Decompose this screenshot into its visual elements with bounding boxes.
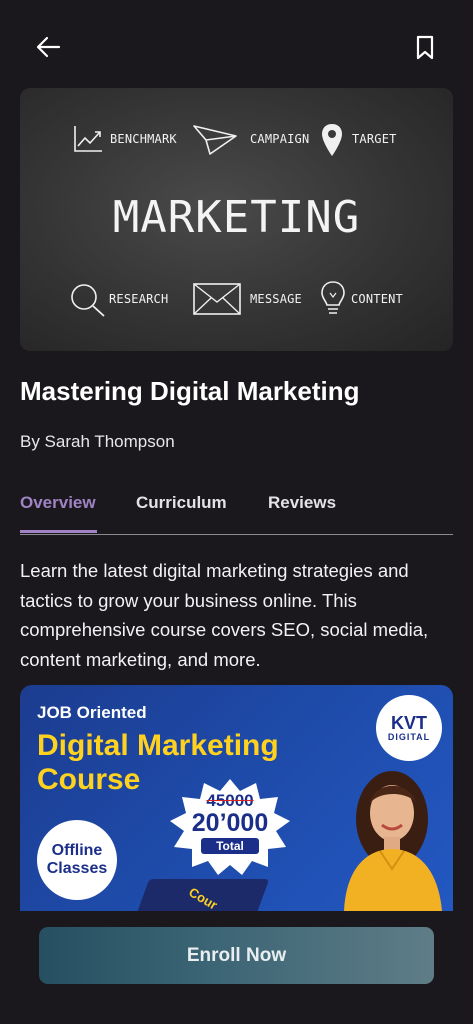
hero-label-campaign: CAMPAIGN	[250, 132, 310, 146]
back-button[interactable]	[32, 30, 66, 64]
brand-logo: KVT DIGITAL	[376, 695, 442, 761]
hero-label-content: CONTENT	[351, 292, 403, 306]
promo-banner: JOB Oriented Digital Marketing Course KV…	[20, 685, 453, 911]
envelope-icon	[193, 283, 241, 315]
bottom-action-bar: Enroll Now	[0, 911, 473, 1024]
paper-plane-icon	[193, 125, 237, 155]
offline-classes-badge: Offline Classes	[37, 820, 117, 900]
chart-icon	[74, 126, 102, 152]
magnifier-icon	[71, 284, 105, 317]
course-tabs: Overview Curriculum Reviews	[20, 488, 453, 535]
logo-sub-text: DIGITAL	[387, 732, 431, 742]
hero-label-target: TARGET	[352, 132, 397, 146]
bookmark-icon	[416, 35, 434, 60]
promo-pretitle: JOB Oriented	[37, 703, 147, 722]
price-caption: Total	[201, 838, 259, 854]
tab-reviews[interactable]: Reviews	[268, 493, 336, 513]
hero-label-research: RESEARCH	[109, 292, 169, 306]
location-pin-icon	[322, 124, 342, 156]
old-price: 45000	[206, 791, 254, 810]
arrow-left-icon	[36, 36, 61, 58]
instructor-photo	[344, 771, 442, 911]
hero-main-word: MARKETING	[112, 192, 361, 243]
course-title: Mastering Digital Marketing	[20, 376, 360, 406]
enroll-now-button[interactable]: Enroll Now	[39, 927, 434, 984]
active-tab-indicator	[20, 530, 97, 533]
promo-title-line1: Digital Marketing	[37, 729, 279, 762]
top-bar	[0, 0, 473, 96]
lightbulb-icon	[321, 281, 345, 314]
hero-label-message: MESSAGE	[250, 292, 302, 306]
offline-line1: Offline	[51, 842, 103, 859]
course-author: By Sarah Thompson	[20, 432, 175, 451]
new-price: 20’000	[191, 809, 269, 837]
offline-line2: Classes	[46, 860, 108, 877]
bookmark-button[interactable]	[408, 30, 442, 64]
tab-overview[interactable]: Overview	[20, 493, 96, 513]
hero-label-benchmark: BENCHMARK	[110, 132, 177, 146]
course-hero-image: BENCHMARK CAMPAIGN TARGET MARKETING RESE…	[20, 88, 453, 351]
tab-curriculum[interactable]: Curriculum	[136, 493, 227, 513]
course-description: Learn the latest digital marketing strat…	[20, 560, 429, 670]
logo-main-text: KVT	[391, 713, 427, 733]
